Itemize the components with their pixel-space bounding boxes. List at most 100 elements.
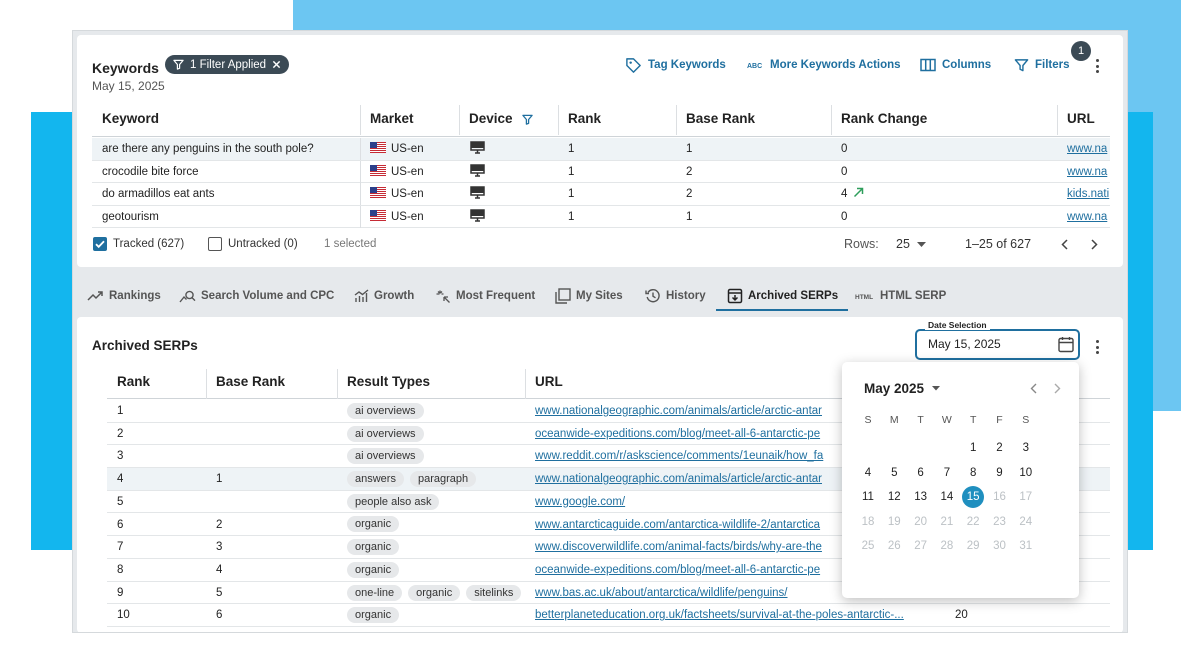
tab-history[interactable]: History xyxy=(645,279,706,313)
calendar-day[interactable]: 6 xyxy=(910,462,932,484)
url-link[interactable]: www.na xyxy=(1067,161,1110,183)
calendar-day[interactable]: 12 xyxy=(883,486,905,508)
table-row[interactable]: crocodile bite force US-en 1 2 0 www.na xyxy=(92,160,1110,183)
previous-month-button[interactable] xyxy=(1030,381,1038,397)
base-rank-cell: 6 xyxy=(216,609,223,622)
tab-archived-serps[interactable]: Archived SERPs xyxy=(727,279,838,313)
tab-my-sites[interactable]: My Sites xyxy=(555,279,623,313)
calendar-day[interactable]: 10 xyxy=(1015,462,1037,484)
base-rank-cell: 5 xyxy=(216,586,223,599)
rank-cell: 1 xyxy=(568,165,575,178)
filter-icon[interactable] xyxy=(522,114,533,125)
url-link[interactable]: www.na xyxy=(1067,138,1110,160)
calendar-day[interactable]: 3 xyxy=(1015,437,1037,459)
url-link[interactable]: betterplaneteducation.org.uk/factsheets/… xyxy=(535,604,935,626)
calendar-day[interactable]: 2 xyxy=(989,437,1011,459)
result-types-cell: organic xyxy=(347,604,405,626)
calendar-day[interactable]: 13 xyxy=(910,486,932,508)
untracked-checkbox[interactable] xyxy=(208,237,222,251)
sites-icon xyxy=(555,288,571,304)
result-type-pill: organic xyxy=(347,561,400,578)
trend-icon xyxy=(87,291,103,301)
column-header-rank-change[interactable]: Rank Change xyxy=(841,101,927,137)
table-row[interactable]: do armadillos eat ants US-en 1 2 4 kids.nati xyxy=(92,183,1110,206)
result-type-pill: ai overviews xyxy=(347,448,424,465)
base-rank-cell: 2 xyxy=(686,165,693,178)
column-header-rank[interactable]: Rank xyxy=(568,101,601,137)
calendar-day: 26 xyxy=(887,540,901,552)
column-header-url[interactable]: URL xyxy=(535,365,563,399)
tab-rankings[interactable]: Rankings xyxy=(87,279,161,313)
selection-count: 1 selected xyxy=(324,238,377,250)
html-icon: HTML xyxy=(855,294,873,300)
columns-button[interactable]: Columns xyxy=(920,55,991,75)
calendar-day[interactable]: 8 xyxy=(962,462,984,484)
calendar-day-selected[interactable]: 15 xyxy=(962,486,985,508)
tab-growth[interactable]: Growth xyxy=(354,279,414,313)
filter-chip[interactable]: 1 Filter Applied xyxy=(165,55,290,74)
column-header-url[interactable]: URL xyxy=(1067,101,1095,137)
extra-value-cell: 20 xyxy=(955,609,968,622)
calendar-day[interactable]: 1 xyxy=(962,437,984,459)
abc-icon: ABC xyxy=(747,63,762,70)
table-row[interactable]: geotourism US-en 1 1 0 www.na xyxy=(92,205,1110,228)
column-header-base-rank[interactable]: Base Rank xyxy=(216,365,285,399)
table-row[interactable]: are there any penguins in the south pole… xyxy=(92,138,1110,161)
next-month-button[interactable] xyxy=(1053,381,1061,397)
more-keywords-actions-button[interactable]: ABC More Keywords Actions xyxy=(747,55,901,75)
market-label: US-en xyxy=(391,210,424,223)
keyword-cell: do armadillos eat ants xyxy=(102,188,215,200)
tab-history-label: History xyxy=(666,290,706,302)
rows-per-page-select[interactable]: 25 xyxy=(896,233,927,255)
calendar-month-select[interactable]: May 2025 xyxy=(864,381,941,396)
calendar-day[interactable]: 9 xyxy=(989,462,1011,484)
base-rank-cell: 4 xyxy=(216,563,223,576)
keyword-cell: crocodile bite force xyxy=(102,165,199,178)
chevron-right-icon[interactable] xyxy=(1090,239,1098,250)
close-icon[interactable] xyxy=(272,60,281,69)
tab-most-frequent[interactable]: Most Frequent xyxy=(435,279,535,313)
calendar-day[interactable]: 5 xyxy=(883,462,905,484)
result-type-pill: ai overviews xyxy=(347,425,424,442)
result-types-cell: organic xyxy=(347,514,405,536)
column-header-device[interactable]: Device xyxy=(469,101,513,137)
tracking-bar: Tracked (627) Untracked (0) 1 selected R… xyxy=(92,233,1110,257)
result-type-pill: one-line xyxy=(347,584,403,601)
calendar-day[interactable]: 14 xyxy=(936,486,958,508)
more-options-icon[interactable] xyxy=(1091,57,1103,75)
tag-keywords-button[interactable]: Tag Keywords xyxy=(625,55,726,75)
tracked-label: Tracked (627) xyxy=(113,238,185,250)
table-row[interactable]: 10 6 organic betterplaneteducation.org.uk/f… xyxy=(107,604,1110,627)
rank-cell: 3 xyxy=(117,450,124,463)
more-options-icon[interactable] xyxy=(1091,338,1103,356)
market-cell: US-en xyxy=(370,161,424,183)
rank-cell: 1 xyxy=(568,143,575,155)
calendar-day: 18 xyxy=(861,515,875,528)
tracked-checkbox[interactable] xyxy=(93,237,107,251)
market-cell: US-en xyxy=(370,138,424,160)
filters-button[interactable]: Filters xyxy=(1014,55,1070,75)
date-selection-label: Date Selection xyxy=(925,320,990,330)
calendar-icon[interactable] xyxy=(1058,336,1074,353)
column-header-base-rank[interactable]: Base Rank xyxy=(686,101,755,137)
market-label: US-en xyxy=(391,165,424,178)
url-link[interactable]: kids.nati xyxy=(1067,183,1110,205)
column-header-keyword[interactable]: Keyword xyxy=(102,101,159,137)
url-link[interactable]: www.na xyxy=(1067,206,1110,228)
calendar-day[interactable]: 4 xyxy=(857,462,879,484)
calendar-day[interactable]: 11 xyxy=(857,486,879,508)
column-header-result-types[interactable]: Result Types xyxy=(347,365,430,399)
market-label: US-en xyxy=(391,188,424,200)
column-header-market[interactable]: Market xyxy=(370,101,414,137)
chevron-left-icon[interactable] xyxy=(1061,239,1069,250)
tab-my-sites-label: My Sites xyxy=(576,290,623,302)
calendar-day: 24 xyxy=(1019,515,1033,528)
rank-cell: 1 xyxy=(117,405,124,417)
tab-search-volume[interactable]: Search Volume and CPC xyxy=(179,279,334,313)
rank-cell: 2 xyxy=(117,427,124,440)
column-header-rank[interactable]: Rank xyxy=(117,365,150,399)
calendar-day[interactable]: 7 xyxy=(936,462,958,484)
tab-html-serp[interactable]: HTML HTML SERP xyxy=(855,279,946,313)
date-selection-field[interactable]: May 15, 2025 xyxy=(915,329,1080,360)
us-flag-icon xyxy=(370,209,386,221)
